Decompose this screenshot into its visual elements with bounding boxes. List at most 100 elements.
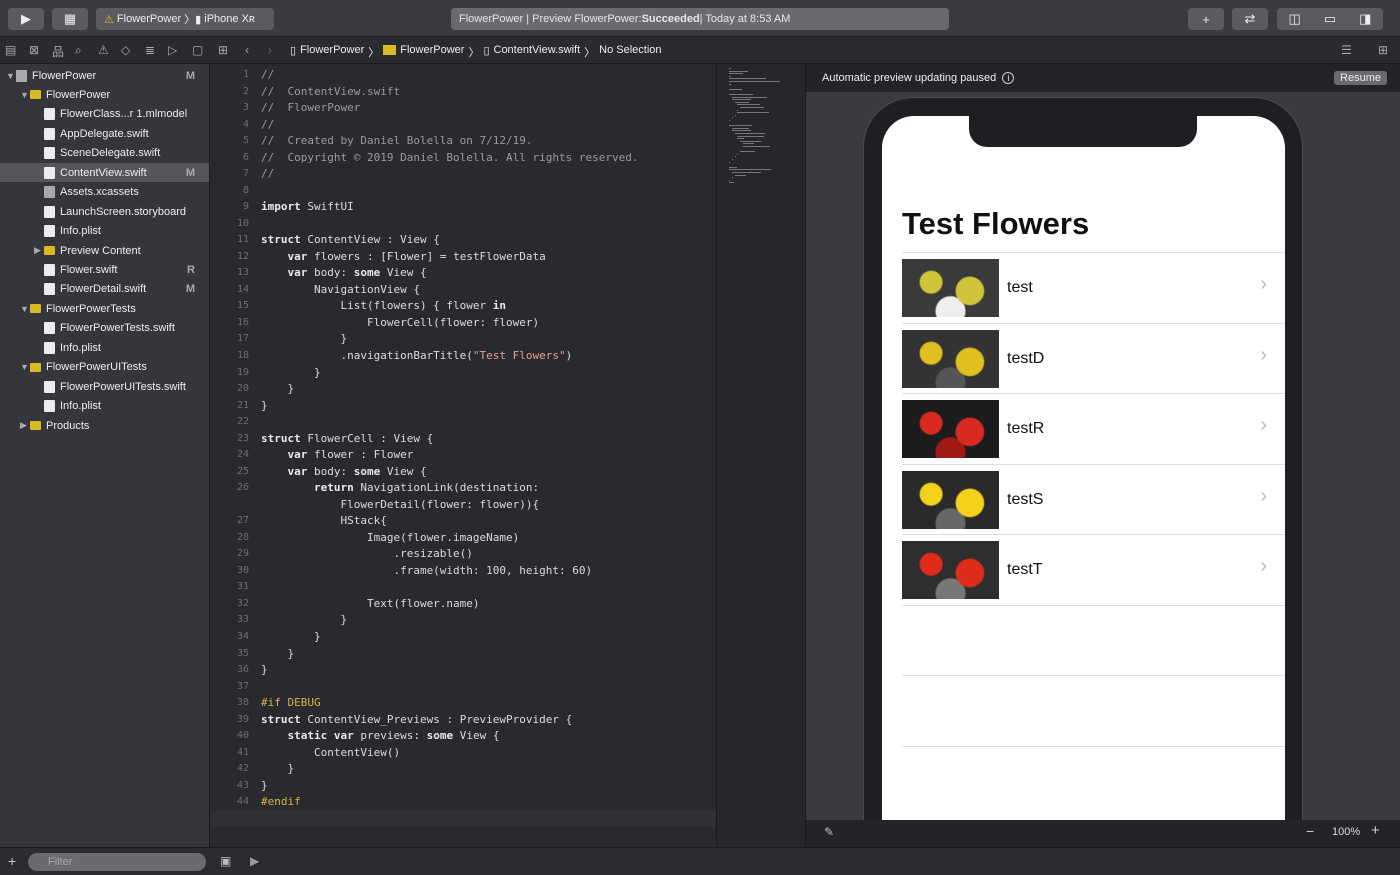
disclosure-open-icon[interactable]: ▼: [20, 304, 30, 314]
flower-row[interactable]: testR ›: [902, 393, 1285, 463]
file-item[interactable]: FlowerDetail.swift M: [0, 280, 209, 299]
code-line[interactable]: // FlowerPower: [261, 101, 360, 114]
code-line[interactable]: #if DEBUG: [261, 696, 321, 709]
code-line[interactable]: var body: some View {: [261, 465, 427, 478]
related-items-icon[interactable]: ⊞: [218, 43, 228, 57]
zoom-out-button[interactable]: −: [1306, 823, 1314, 839]
minimap[interactable]: [716, 64, 805, 847]
code-line[interactable]: var flower : Flower: [261, 448, 414, 461]
code-line[interactable]: }: [261, 332, 347, 345]
code-line[interactable]: Text(flower.name): [261, 597, 480, 610]
code-line[interactable]: static var previews: some View {: [261, 729, 500, 742]
code-line[interactable]: NavigationView {: [261, 283, 420, 296]
breadcrumb-item[interactable]: FlowerPower: [400, 44, 464, 60]
minimap-toggle-icon[interactable]: ▣: [220, 854, 231, 868]
resume-button[interactable]: Resume: [1334, 71, 1387, 85]
file-item[interactable]: Assets.xcassets: [0, 183, 209, 202]
code-line[interactable]: //: [261, 68, 274, 81]
code-line[interactable]: // ContentView.swift: [261, 85, 400, 98]
file-item[interactable]: ▶ Preview Content: [0, 241, 209, 260]
file-item[interactable]: FlowerPowerUITests.swift: [0, 377, 209, 396]
code-line[interactable]: }: [261, 366, 321, 379]
code-line[interactable]: List(flowers) { flower in: [261, 299, 506, 312]
code-line[interactable]: FlowerCell(flower: flower): [261, 316, 539, 329]
file-item[interactable]: ▼ FlowerPowerTests: [0, 299, 209, 318]
file-item[interactable]: Info.plist: [0, 338, 209, 357]
breadcrumb-item[interactable]: FlowerPower: [300, 44, 364, 60]
info-icon[interactable]: i: [1002, 72, 1015, 84]
code-line[interactable]: }: [261, 779, 268, 792]
symbol-navigator-icon[interactable]: 品: [52, 43, 64, 60]
code-line[interactable]: var body: some View {: [261, 266, 427, 279]
disclosure-open-icon[interactable]: ▼: [6, 71, 16, 81]
file-item[interactable]: ContentView.swift M: [0, 163, 209, 183]
zoom-in-button[interactable]: +: [1371, 822, 1380, 839]
flower-row[interactable]: testS ›: [902, 463, 1285, 534]
code-line[interactable]: .navigationBarTitle("Test Flowers"): [261, 349, 572, 362]
code-line[interactable]: }: [261, 613, 347, 626]
back-icon[interactable]: ‹: [245, 43, 249, 57]
issue-icon[interactable]: ⚠: [98, 43, 109, 57]
add-file-button[interactable]: +: [8, 853, 16, 869]
code-line[interactable]: .resizable(): [261, 547, 472, 560]
code-line[interactable]: }: [261, 647, 294, 660]
file-item[interactable]: ▶ Products: [0, 416, 209, 435]
tag-icon[interactable]: ▶: [250, 854, 259, 868]
disclosure-closed-icon[interactable]: ▶: [20, 420, 30, 431]
code-line[interactable]: //: [261, 167, 274, 180]
breakpoint-icon[interactable]: ▷: [168, 43, 177, 57]
breadcrumb-item[interactable]: No Selection: [599, 44, 661, 60]
add-editor-icon[interactable]: ⊞: [1378, 43, 1388, 57]
code-line[interactable]: Image(flower.imageName): [261, 531, 519, 544]
inspector-toggle-icon[interactable]: ◨: [1359, 11, 1371, 27]
code-line[interactable]: // Copyright © 2019 Daniel Bolella. All …: [261, 151, 639, 164]
file-item[interactable]: ▼ FlowerPowerUITests: [0, 358, 209, 377]
flower-row[interactable]: test ›: [902, 252, 1285, 322]
stop-button[interactable]: ▦: [52, 8, 88, 30]
code-line[interactable]: #endif: [261, 795, 301, 808]
code-editor[interactable]: 1 // 2 // ContentView.swift 3 // FlowerPower 4…: [211, 64, 716, 847]
flower-row[interactable]: testT ›: [902, 534, 1285, 604]
file-item[interactable]: Info.plist: [0, 397, 209, 416]
pin-icon[interactable]: ✎: [824, 825, 834, 839]
file-item[interactable]: LaunchScreen.storyboard: [0, 202, 209, 221]
code-line[interactable]: FlowerDetail(flower: flower)){: [261, 498, 539, 511]
code-line[interactable]: struct FlowerCell : View {: [261, 432, 433, 445]
editor-options-icon[interactable]: ☰: [1341, 43, 1352, 57]
file-item[interactable]: AppDelegate.swift: [0, 124, 209, 143]
code-line[interactable]: struct ContentView_Previews : PreviewPro…: [261, 713, 572, 726]
scheme-selector[interactable]: ⚠ FlowerPower 〉 ▮ iPhone Xʀ: [96, 8, 274, 30]
navigator-toggle-icon[interactable]: ◫: [1289, 11, 1301, 27]
code-line[interactable]: import SwiftUI: [261, 200, 354, 213]
run-button[interactable]: ▶: [8, 8, 44, 30]
code-line[interactable]: }: [261, 630, 321, 643]
test-icon[interactable]: ◇: [121, 43, 130, 57]
project-navigator-icon[interactable]: ▤: [5, 43, 16, 57]
file-item[interactable]: FlowerPowerTests.swift: [0, 319, 209, 338]
code-line[interactable]: }: [261, 663, 268, 676]
disclosure-closed-icon[interactable]: ▶: [34, 245, 44, 256]
forward-icon[interactable]: ›: [268, 43, 272, 57]
file-item[interactable]: FlowerClass...r 1.mlmodel: [0, 105, 209, 124]
code-line[interactable]: var flowers : [Flower] = testFlowerData: [261, 250, 546, 263]
code-line[interactable]: ContentView(): [261, 746, 400, 759]
code-line[interactable]: //: [261, 118, 274, 131]
code-review-button[interactable]: ⇄: [1232, 8, 1268, 30]
code-line[interactable]: return NavigationLink(destination:: [261, 481, 539, 494]
code-line[interactable]: }: [261, 382, 294, 395]
code-line[interactable]: struct ContentView : View {: [261, 233, 440, 246]
report-icon[interactable]: ▢: [192, 43, 203, 57]
library-plus-button[interactable]: +: [1188, 8, 1224, 30]
debug-icon[interactable]: ≣: [145, 43, 155, 57]
code-line[interactable]: .frame(width: 100, height: 60): [261, 564, 592, 577]
filter-input[interactable]: Filter: [28, 853, 206, 871]
code-line[interactable]: }: [261, 762, 294, 775]
disclosure-open-icon[interactable]: ▼: [20, 362, 30, 372]
file-item[interactable]: ▼ FlowerPower: [0, 85, 209, 104]
find-icon[interactable]: ⌕: [75, 43, 82, 58]
debug-toggle-icon[interactable]: ▭: [1324, 11, 1336, 27]
source-control-icon[interactable]: ⊠: [29, 43, 39, 57]
code-line[interactable]: // Created by Daniel Bolella on 7/12/19.: [261, 134, 533, 147]
disclosure-open-icon[interactable]: ▼: [20, 90, 30, 100]
file-item[interactable]: ▼ FlowerPower M: [0, 66, 209, 85]
